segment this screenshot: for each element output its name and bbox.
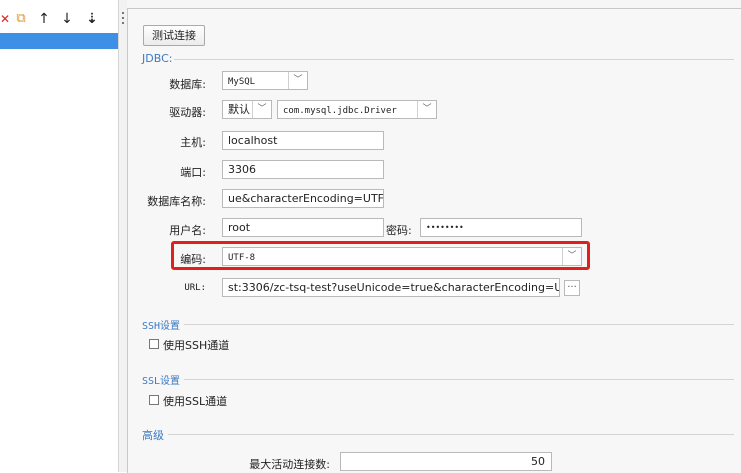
test-connection-button[interactable]: 测试连接 (143, 25, 205, 46)
driver-class-value: com.mysql.jdbc.Driver (283, 106, 397, 116)
max-connections-label: 最大活动连接数: (249, 458, 330, 471)
port-input[interactable]: 3306 (222, 160, 384, 179)
host-label: 主机: (180, 136, 206, 149)
ssl-checkbox-label: 使用SSL通道 (163, 395, 228, 408)
chevron-down-icon[interactable]: ﹀ (417, 101, 436, 118)
connection-list-item-selected[interactable] (0, 33, 119, 49)
divider-grip-dot (122, 22, 124, 24)
driver-class-select[interactable]: com.mysql.jdbc.Driver ﹀ (277, 100, 437, 119)
sort-icon[interactable]: ⇣ (83, 10, 101, 28)
advanced-section-title: 高级 (142, 429, 164, 442)
divider-grip-dot (122, 17, 124, 19)
copy-icon[interactable]: ⧉ (13, 10, 29, 28)
section-divider (184, 324, 734, 325)
chevron-down-icon[interactable]: ﹀ (288, 72, 307, 89)
url-more-button[interactable]: ··· (564, 280, 580, 296)
password-input[interactable]: •••••••• (420, 218, 582, 237)
port-label: 端口: (180, 166, 206, 179)
host-input[interactable]: localhost (222, 131, 384, 150)
driver-mode-select[interactable]: 默认 ﹀ (222, 100, 272, 119)
panel-divider[interactable] (118, 0, 127, 472)
chevron-down-icon[interactable]: ﹀ (252, 101, 271, 118)
dbname-label: 数据库名称: (147, 195, 206, 208)
ssl-checkbox[interactable] (149, 395, 159, 405)
move-down-icon[interactable]: ↓ (60, 10, 74, 28)
ssl-section-title: SSL设置 (142, 376, 181, 387)
db-select[interactable]: MySQL ﹀ (222, 71, 308, 90)
section-divider (174, 59, 734, 60)
user-input[interactable]: root (222, 218, 384, 237)
section-divider (184, 379, 734, 380)
driver-mode-value: 默认 (228, 103, 250, 116)
close-icon[interactable]: ✕ (0, 10, 10, 28)
ssh-checkbox[interactable] (149, 339, 159, 349)
max-connections-input[interactable]: 50 (340, 452, 552, 471)
url-label: URL: (184, 283, 206, 293)
db-label: 数据库: (169, 78, 206, 91)
dbname-input[interactable]: ue&characterEncoding=UTF-8 (222, 189, 384, 208)
db-select-value: MySQL (228, 77, 256, 87)
connection-list-panel (0, 0, 121, 472)
section-divider (168, 434, 734, 435)
driver-label: 驱动器: (169, 106, 206, 119)
jdbc-section-title: JDBC: (142, 52, 173, 65)
ssh-checkbox-label: 使用SSH通道 (163, 339, 230, 352)
user-label: 用户名: (169, 224, 206, 237)
ssh-section-title: SSH设置 (142, 321, 181, 332)
url-input[interactable]: st:3306/zc-tsq-test?useUnicode=true&char… (222, 278, 560, 297)
move-up-icon[interactable]: ↑ (37, 10, 51, 28)
encoding-highlight-box (171, 241, 590, 270)
password-label: 密码: (386, 224, 412, 237)
divider-grip-dot (122, 12, 124, 14)
